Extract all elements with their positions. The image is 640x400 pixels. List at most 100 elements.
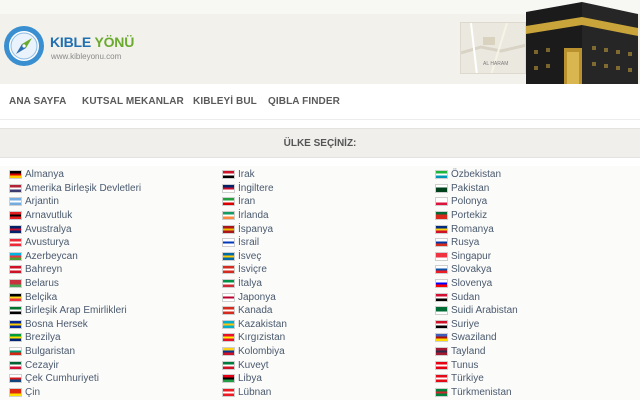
country-link[interactable]: Lübnan — [222, 386, 287, 400]
country-link[interactable]: Tayland — [435, 345, 518, 359]
country-link[interactable]: Özbekistan — [435, 168, 518, 182]
flag-icon — [222, 347, 235, 357]
country-link[interactable]: Kolombiya — [222, 345, 287, 359]
country-link[interactable]: Türkiye — [435, 372, 518, 386]
country-link[interactable]: Suriye — [435, 318, 518, 332]
site-header: KIBLE YÖNÜ www.kibleyonu.com AL HARAM — [0, 0, 640, 98]
country-link[interactable]: Çin — [9, 386, 141, 400]
country-link[interactable]: Rusya — [435, 236, 518, 250]
country-name: İspanya — [238, 223, 274, 235]
country-link[interactable]: Slovakya — [435, 263, 518, 277]
country-name: Tayland — [451, 346, 486, 358]
country-name: Kanada — [238, 305, 273, 317]
country-link[interactable]: Bosna Hersek — [9, 318, 141, 332]
country-link[interactable]: Avustralya — [9, 222, 141, 236]
country-link[interactable]: Portekiz — [435, 209, 518, 223]
country-name: Romanya — [451, 223, 494, 235]
country-name: Amerika Birleşik Devletleri — [25, 182, 142, 194]
country-name: Türkmenistan — [451, 386, 512, 398]
country-name: Portekiz — [451, 210, 488, 222]
flag-icon — [435, 211, 448, 221]
country-link[interactable]: İsrail — [222, 236, 287, 250]
flag-icon — [222, 292, 235, 302]
country-link[interactable]: İsveç — [222, 250, 287, 264]
flag-icon — [435, 347, 448, 357]
flag-icon — [9, 238, 22, 248]
country-link[interactable]: Suidi Arabistan — [435, 304, 518, 318]
country-name: Arjantin — [25, 196, 59, 208]
flag-icon — [435, 183, 448, 193]
flag-icon — [222, 319, 235, 329]
country-name: Polonya — [451, 196, 488, 208]
country-link[interactable]: Singapur — [435, 250, 518, 264]
map-label: AL HARAM — [483, 61, 508, 67]
country-link[interactable]: Arjantin — [9, 195, 141, 209]
country-name: Sudan — [451, 291, 480, 303]
flag-icon — [435, 238, 448, 248]
compass-logo-icon[interactable] — [2, 24, 46, 68]
country-link[interactable]: Polonya — [435, 195, 518, 209]
country-name: İtalya — [238, 278, 262, 290]
flag-icon — [222, 211, 235, 221]
country-link[interactable]: Bulgaristan — [9, 345, 141, 359]
country-link[interactable]: Almanya — [9, 168, 141, 182]
country-name: Libya — [238, 373, 262, 385]
country-link[interactable]: Swaziland — [435, 331, 518, 345]
country-link[interactable]: Kırgızistan — [222, 331, 287, 345]
flag-icon — [9, 387, 22, 397]
country-link[interactable]: Çek Cumhuriyeti — [9, 372, 141, 386]
section-title: ÜLKE SEÇİNİZ: — [283, 138, 357, 149]
country-link[interactable]: İspanya — [222, 222, 287, 236]
country-link[interactable]: Kuveyt — [222, 358, 287, 372]
country-link[interactable]: Belçika — [9, 290, 141, 304]
country-link[interactable]: Slovenya — [435, 277, 518, 291]
flag-icon — [435, 333, 448, 343]
country-name: Brezilya — [25, 332, 61, 344]
country-link[interactable]: Brezilya — [9, 331, 141, 345]
country-link[interactable]: İtalya — [222, 277, 287, 291]
flag-icon — [435, 265, 448, 275]
country-link[interactable]: Arnavutluk — [9, 209, 141, 223]
country-link[interactable]: Türkmenistan — [435, 386, 518, 400]
country-link[interactable]: İran — [222, 195, 287, 209]
country-link[interactable]: İsviçre — [222, 263, 287, 277]
country-name: Arnavutluk — [25, 210, 73, 222]
country-name: Swaziland — [451, 332, 497, 344]
country-name: Rusya — [451, 237, 480, 249]
country-link[interactable]: Kazakistan — [222, 318, 287, 332]
flag-icon — [9, 292, 22, 302]
haram-map-image: AL HARAM — [460, 22, 526, 74]
country-link[interactable]: Bahreyn — [9, 263, 141, 277]
country-link[interactable]: İrlanda — [222, 209, 287, 223]
country-link[interactable]: Tunus — [435, 358, 518, 372]
country-link[interactable]: Japonya — [222, 290, 287, 304]
country-link[interactable]: Irak — [222, 168, 287, 182]
country-link[interactable]: Kanada — [222, 304, 287, 318]
country-link[interactable]: Romanya — [435, 222, 518, 236]
country-link[interactable]: Sudan — [435, 290, 518, 304]
country-link[interactable]: Azerbeycan — [9, 250, 141, 264]
nav-kutsal-mekanlar[interactable]: KUTSAL MEKANLAR — [82, 96, 184, 107]
flag-icon — [9, 360, 22, 370]
country-link[interactable]: Pakistan — [435, 182, 518, 196]
flag-icon — [222, 224, 235, 234]
country-link[interactable]: Belarus — [9, 277, 141, 291]
country-name: Avusturya — [25, 237, 70, 249]
nav-qibla-finder[interactable]: QIBLA FINDER — [268, 96, 340, 107]
country-link[interactable]: Cezayir — [9, 358, 141, 372]
country-link[interactable]: Birleşik Arap Emirlikleri — [9, 304, 141, 318]
nav-ana-sayfa[interactable]: ANA SAYFA — [9, 96, 66, 107]
flag-icon — [222, 360, 235, 370]
flag-icon — [222, 197, 235, 207]
flag-icon — [9, 306, 22, 316]
site-brand[interactable]: KIBLE YÖNÜ — [50, 34, 134, 50]
country-link[interactable]: İngiltere — [222, 182, 287, 196]
country-link[interactable]: Avusturya — [9, 236, 141, 250]
nav-kibleyi-bul[interactable]: KIBLEYİ BUL — [193, 96, 257, 107]
flag-icon — [9, 197, 22, 207]
country-link[interactable]: Amerika Birleşik Devletleri — [9, 182, 141, 196]
country-name: Bahreyn — [25, 264, 63, 276]
flag-icon — [435, 170, 448, 180]
country-link[interactable]: Libya — [222, 372, 287, 386]
flag-icon — [222, 387, 235, 397]
